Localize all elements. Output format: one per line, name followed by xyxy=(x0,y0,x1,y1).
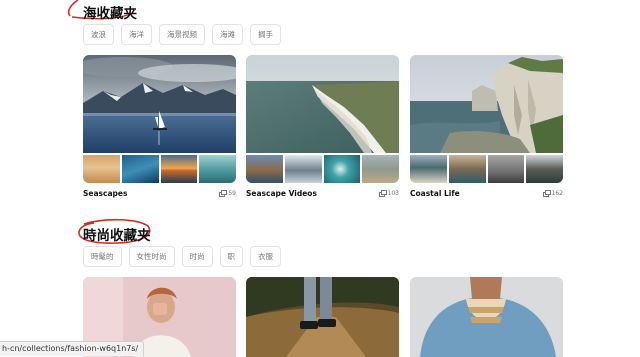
collection-count-value: 59 xyxy=(228,189,236,197)
stack-icon xyxy=(542,190,551,197)
thumbnail-image xyxy=(246,155,283,183)
thumbnail-image xyxy=(284,155,322,183)
tag-fashion[interactable]: 时尚 xyxy=(181,246,213,267)
collection-count-value: 162 xyxy=(551,189,563,197)
collection-cover-image[interactable] xyxy=(246,55,399,153)
collection-card-coastal-life[interactable]: Coastal Life 162 xyxy=(410,55,563,199)
collection-card-seascapes[interactable]: Seascapes 59 xyxy=(83,55,236,199)
thumbnail-image xyxy=(487,155,525,183)
collection-title[interactable]: Seascapes xyxy=(83,189,127,198)
tag-clothes[interactable]: 衣服 xyxy=(250,246,281,267)
collection-cover-image[interactable] xyxy=(410,55,563,153)
collection-cover-image[interactable] xyxy=(246,277,399,357)
stack-icon xyxy=(219,190,228,197)
tag-job[interactable]: 职 xyxy=(219,246,243,267)
collection-count: 162 xyxy=(542,189,563,197)
thumbnail-image xyxy=(83,155,120,183)
stack-icon xyxy=(378,190,387,197)
thumbnail-image xyxy=(199,155,236,183)
section-title-fashion: 時尚收藏夹 xyxy=(83,228,151,244)
tag-row-fashion: 時髦的 女性时尚 时尚 职 衣服 xyxy=(83,246,281,267)
collection-cover-image[interactable] xyxy=(83,55,236,153)
collection-thumbnails xyxy=(246,155,399,183)
collection-thumbnails xyxy=(83,155,236,183)
collection-cover-image[interactable] xyxy=(410,277,563,357)
collection-count: 103 xyxy=(378,189,399,197)
collection-count-value: 103 xyxy=(387,189,399,197)
collection-title[interactable]: Seascape Videos xyxy=(246,189,317,198)
collection-thumbnails xyxy=(410,155,563,183)
collection-card-seascape-videos[interactable]: Seascape Videos 103 xyxy=(246,55,399,199)
section-title-sea: 海收藏夹 xyxy=(83,6,137,22)
thumbnail-image xyxy=(448,155,486,183)
tag-trendy[interactable]: 時髦的 xyxy=(83,246,122,267)
tag-misc[interactable]: 搁手 xyxy=(250,24,281,45)
thumbnail-image xyxy=(121,155,159,183)
tag-womens-fashion[interactable]: 女性时尚 xyxy=(128,246,175,267)
tag-ocean[interactable]: 海洋 xyxy=(121,24,152,45)
tag-waves[interactable]: 波浪 xyxy=(83,24,114,45)
tag-beach[interactable]: 海滩 xyxy=(212,24,243,45)
tag-seascape-video[interactable]: 海景视频 xyxy=(159,24,205,45)
status-bar-url: h-cn/collections/fashion-w6q1n7s/ xyxy=(0,341,145,356)
thumbnail-image xyxy=(160,155,198,183)
thumbnail-image xyxy=(410,155,447,183)
tag-row-sea: 波浪 海洋 海景视频 海滩 搁手 xyxy=(83,24,281,45)
thumbnail-image xyxy=(526,155,563,183)
thumbnail-image xyxy=(323,155,361,183)
collection-title[interactable]: Coastal Life xyxy=(410,189,460,198)
thumbnail-image xyxy=(362,155,399,183)
collection-count: 59 xyxy=(219,190,236,197)
